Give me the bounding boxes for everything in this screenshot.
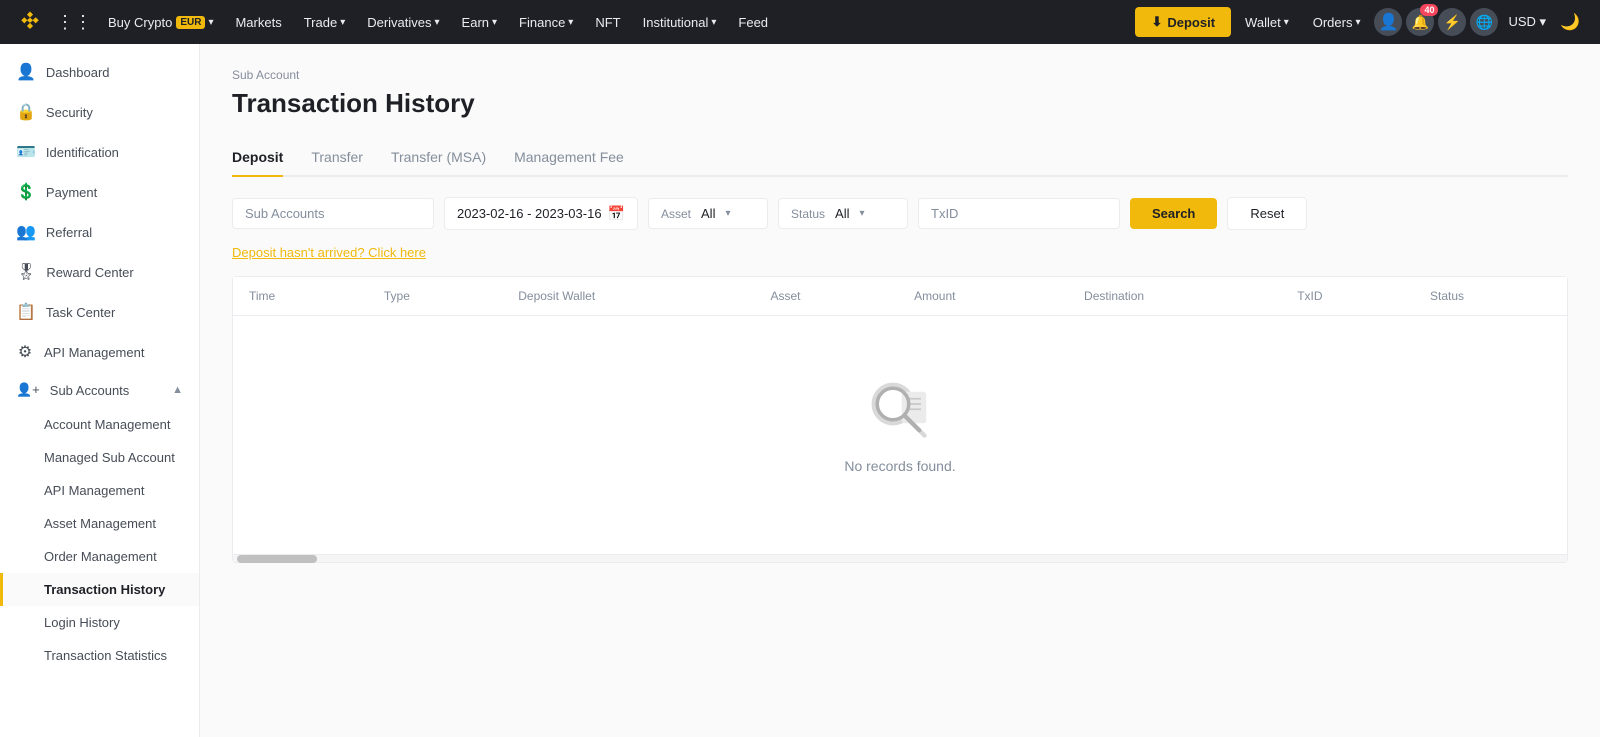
- table-header: Time Type Deposit Wallet Asset Amount De…: [233, 277, 1567, 316]
- tab-transfer-msa[interactable]: Transfer (MSA): [391, 139, 486, 175]
- task-icon: 📋: [16, 302, 36, 322]
- dashboard-icon: 👤: [16, 62, 36, 82]
- chevron-down-icon: ▾: [725, 208, 730, 219]
- date-range-picker[interactable]: 2023-02-16 - 2023-03-16 📅: [444, 197, 638, 230]
- empty-state: No records found.: [233, 316, 1567, 554]
- sidebar-subitem-transaction-history[interactable]: Transaction History: [0, 573, 199, 606]
- notification-bell[interactable]: 🔔 40: [1406, 8, 1434, 36]
- sidebar-item-reward-center[interactable]: 🎖 Reward Center: [0, 252, 199, 292]
- sub-accounts-icon: 👤+: [16, 382, 40, 398]
- identification-icon: 🪪: [16, 142, 36, 162]
- deposit-button[interactable]: ⬇ Deposit: [1135, 7, 1231, 37]
- tab-deposit[interactable]: Deposit: [232, 139, 283, 175]
- orders-nav-item[interactable]: Orders ▾: [1303, 0, 1371, 44]
- logo[interactable]: [16, 8, 44, 36]
- sidebar-item-referral[interactable]: 👥 Referral: [0, 212, 199, 252]
- nav-earn[interactable]: Earn ▾: [452, 0, 508, 44]
- globe-icon[interactable]: 🌐: [1470, 8, 1498, 36]
- sidebar-item-sub-accounts[interactable]: 👤+ Sub Accounts ▲: [0, 372, 199, 408]
- scrollbar-thumb[interactable]: [237, 555, 317, 563]
- topnav-right: ⬇ Deposit Wallet ▾ Orders ▾ 👤 🔔 40 ⚡ 🌐 U…: [1135, 0, 1584, 44]
- nav-finance[interactable]: Finance ▾: [509, 0, 583, 44]
- deposit-notice-link[interactable]: Deposit hasn't arrived? Click here: [232, 245, 426, 260]
- main-layout: 👤 Dashboard 🔒 Security 🪪 Identification …: [0, 44, 1600, 737]
- col-amount: Amount: [898, 277, 1068, 316]
- profile-icon[interactable]: 👤: [1374, 8, 1402, 36]
- nav-markets[interactable]: Markets: [225, 0, 291, 44]
- nav-derivatives[interactable]: Derivatives ▾: [357, 0, 449, 44]
- wallet-nav-item[interactable]: Wallet ▾: [1235, 0, 1299, 44]
- sidebar-item-identification[interactable]: 🪪 Identification: [0, 132, 199, 172]
- security-icon: 🔒: [16, 102, 36, 122]
- no-data-icon: [865, 376, 935, 446]
- nav-institutional[interactable]: Institutional ▾: [633, 0, 727, 44]
- horizontal-scrollbar[interactable]: [233, 554, 1567, 562]
- txid-input[interactable]: [918, 198, 1120, 229]
- grid-icon[interactable]: ⋮⋮: [56, 12, 92, 33]
- col-type: Type: [368, 277, 502, 316]
- nav-items: Buy Crypto EUR ▾ Markets Trade ▾ Derivat…: [98, 0, 1135, 44]
- theme-toggle[interactable]: 🌙: [1556, 12, 1584, 32]
- sidebar-item-payment[interactable]: 💲 Payment: [0, 172, 199, 212]
- referral-icon: 👥: [16, 222, 36, 242]
- col-deposit-wallet: Deposit Wallet: [502, 277, 754, 316]
- transaction-table: Time Type Deposit Wallet Asset Amount De…: [233, 277, 1567, 554]
- status-filter[interactable]: Status All ▾: [778, 198, 908, 229]
- reset-button[interactable]: Reset: [1227, 197, 1307, 230]
- col-status: Status: [1414, 277, 1567, 316]
- api-icon: ⚙: [16, 342, 34, 362]
- tabs: Deposit Transfer Transfer (MSA) Manageme…: [232, 139, 1568, 177]
- sidebar-subitem-transaction-statistics[interactable]: Transaction Statistics: [0, 639, 199, 672]
- sidebar-subitem-order-management[interactable]: Order Management: [0, 540, 199, 573]
- calendar-icon: 📅: [608, 205, 625, 222]
- sub-accounts-input[interactable]: [232, 198, 434, 229]
- sidebar-subitem-managed-sub-account[interactable]: Managed Sub Account: [0, 441, 199, 474]
- empty-row: No records found.: [233, 316, 1567, 555]
- sidebar-item-api-management[interactable]: ⚙ API Management: [0, 332, 199, 372]
- nav-feed[interactable]: Feed: [728, 0, 778, 44]
- sidebar-item-dashboard[interactable]: 👤 Dashboard: [0, 52, 199, 92]
- sidebar-subitem-account-management[interactable]: Account Management: [0, 408, 199, 441]
- nav-nft[interactable]: NFT: [585, 0, 630, 44]
- col-destination: Destination: [1068, 277, 1281, 316]
- sidebar-subitem-asset-management[interactable]: Asset Management: [0, 507, 199, 540]
- sidebar-item-task-center[interactable]: 📋 Task Center: [0, 292, 199, 332]
- top-navigation: ⋮⋮ Buy Crypto EUR ▾ Markets Trade ▾ Deri…: [0, 0, 1600, 44]
- sidebar-subitem-login-history[interactable]: Login History: [0, 606, 199, 639]
- connect-icon[interactable]: ⚡: [1438, 8, 1466, 36]
- nav-buy-crypto[interactable]: Buy Crypto EUR ▾: [98, 0, 223, 44]
- sidebar: 👤 Dashboard 🔒 Security 🪪 Identification …: [0, 44, 200, 737]
- data-table-wrapper: Time Type Deposit Wallet Asset Amount De…: [232, 276, 1568, 563]
- nav-trade[interactable]: Trade ▾: [294, 0, 356, 44]
- sidebar-subitem-api-management[interactable]: API Management: [0, 474, 199, 507]
- main-content: Sub Account Transaction History Deposit …: [200, 44, 1600, 737]
- col-txid: TxID: [1281, 277, 1414, 316]
- page-title: Transaction History: [232, 88, 1568, 119]
- chevron-down-icon: ▾: [859, 208, 864, 219]
- col-time: Time: [233, 277, 368, 316]
- sidebar-item-security[interactable]: 🔒 Security: [0, 92, 199, 132]
- tab-transfer[interactable]: Transfer: [311, 139, 363, 175]
- asset-filter[interactable]: Asset All ▾: [648, 198, 768, 229]
- search-button[interactable]: Search: [1130, 198, 1217, 229]
- col-asset: Asset: [755, 277, 899, 316]
- tab-management-fee[interactable]: Management Fee: [514, 139, 624, 175]
- breadcrumb: Sub Account: [232, 68, 1568, 82]
- payment-icon: 💲: [16, 182, 36, 202]
- chevron-up-icon: ▲: [172, 384, 183, 396]
- currency-selector[interactable]: USD ▾: [1502, 14, 1552, 30]
- no-records-text: No records found.: [844, 458, 955, 474]
- reward-icon: 🎖: [16, 262, 36, 282]
- filter-bar: 2023-02-16 - 2023-03-16 📅 Asset All ▾ St…: [232, 197, 1568, 230]
- table-body: No records found.: [233, 316, 1567, 555]
